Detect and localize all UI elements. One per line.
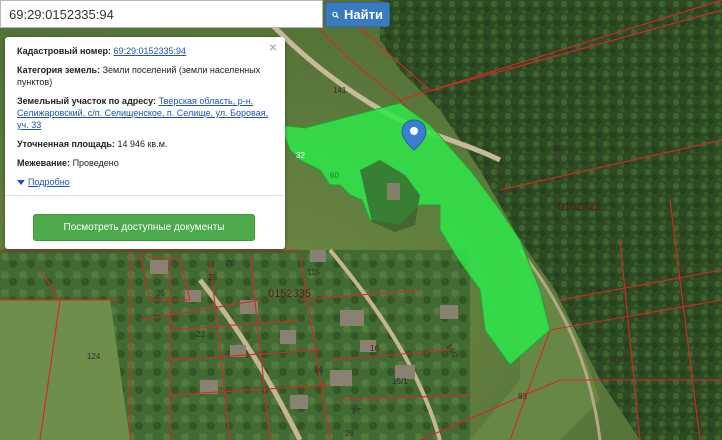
triangle-down-icon (17, 179, 25, 185)
area-label: Уточненная площадь: (17, 139, 115, 149)
search-bar (0, 0, 323, 28)
close-icon[interactable]: × (269, 40, 277, 54)
plot-label: 23 (196, 330, 205, 339)
plot-label: 25 (156, 289, 165, 298)
plot-label: 76 (226, 259, 235, 268)
category-row: Категория земель: Земли поселений (земли… (17, 64, 273, 88)
search-button-label: Найти (344, 7, 383, 22)
cadastral-label: Кадастровый номер: (17, 46, 111, 56)
field-left (0, 300, 130, 440)
more-details-label: Подробно (28, 177, 70, 187)
search-button[interactable]: Найти (325, 2, 390, 27)
address-row: Земельный участок по адресу: Тверская об… (17, 95, 273, 131)
more-details-link[interactable]: Подробно (17, 176, 273, 188)
quarter-label-0152335: 0152335 (268, 288, 311, 300)
plot-label: 141 (333, 86, 347, 95)
parcel-info-popup: × Кадастровый номер: 69:29:0152335:94 Ка… (5, 37, 285, 249)
plot-label: 251 (588, 285, 602, 294)
plot-label: 16 (370, 344, 379, 353)
plot-label: 83 (518, 392, 527, 401)
cadastral-link[interactable]: 69:29:0152335:94 (113, 46, 186, 56)
view-documents-button[interactable]: Посмотреть доступные документы (33, 214, 255, 241)
plot-label: 28 (345, 429, 354, 438)
plot-label: 25 (208, 273, 217, 282)
plot-label: 124 (87, 352, 101, 361)
cadastral-row: Кадастровый номер: 69:29:0152335:94 (17, 45, 273, 57)
category-label: Категория земель: (17, 65, 101, 75)
survey-value: Проведено (72, 158, 119, 168)
plot-label: 84 (314, 365, 323, 374)
plot-label: 27 (352, 407, 361, 416)
survey-label: Межевание: (17, 158, 71, 168)
plot-label: 15/1 (392, 377, 408, 386)
plot-label: 115 (307, 268, 320, 277)
survey-row: Межевание: Проведено (17, 157, 273, 169)
search-icon (332, 11, 339, 18)
plot-label: 60 (330, 171, 339, 180)
area-row: Уточненная площадь: 14 946 кв.м. (17, 138, 273, 150)
quarter-label-0152322: 0152322 (558, 201, 601, 213)
plot-label: 32 (296, 151, 305, 160)
plot-label: 252 (553, 144, 567, 153)
plot-label: 262 (613, 355, 627, 364)
parcel-building (387, 183, 400, 200)
area-value: 14 946 кв.м. (117, 139, 168, 149)
address-label: Земельный участок по адресу: (17, 96, 157, 106)
divider (5, 195, 285, 196)
search-input[interactable] (1, 1, 322, 27)
